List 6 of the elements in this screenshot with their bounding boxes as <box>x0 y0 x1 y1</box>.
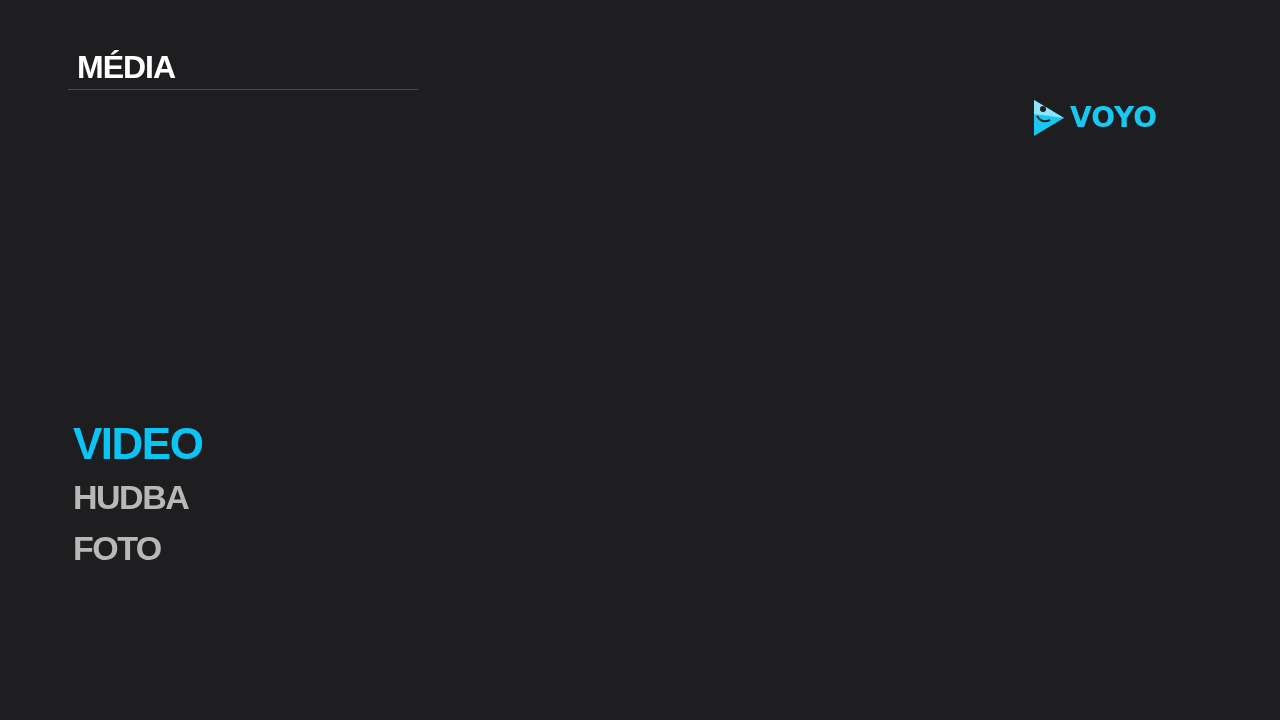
page-title: MÉDIA <box>76 50 176 86</box>
logo-text: VOYO <box>1070 104 1158 132</box>
play-fish-icon <box>1032 98 1066 138</box>
menu-item[interactable]: FOTO <box>73 527 161 569</box>
menu-item[interactable]: VIDEO <box>73 418 203 471</box>
menu-item[interactable]: HUDBA <box>73 476 189 518</box>
